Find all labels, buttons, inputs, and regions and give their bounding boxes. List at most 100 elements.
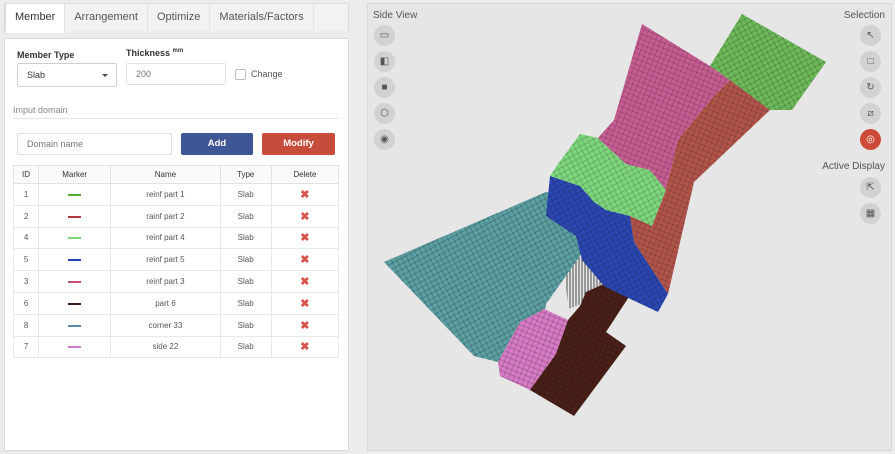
thickness-label: Thickness mm [126, 48, 183, 58]
select-pointer-button[interactable]: ↖ [860, 25, 881, 46]
row-delete: ✖ [270, 335, 340, 359]
active-display-label: Active Display [822, 161, 885, 172]
box-select-button[interactable]: □ [860, 51, 881, 72]
marker-swatch [68, 280, 82, 283]
eye-icon: ◉ [380, 134, 389, 145]
row-type: Slab [219, 226, 272, 250]
selection-label: Selection [843, 10, 885, 21]
target-button[interactable]: ◎ [860, 129, 881, 150]
row-type: Slab [219, 183, 272, 206]
member-type-select[interactable]: Slab [17, 63, 117, 87]
delete-icon[interactable]: ✖ [300, 320, 309, 332]
member-type-value: Slab [27, 70, 46, 80]
top-view-button[interactable]: ■ [374, 77, 395, 98]
export-icon: ⇱ [866, 182, 875, 193]
clear-selection-button[interactable]: ⧄ [860, 103, 881, 124]
change-checkbox[interactable] [235, 69, 246, 80]
table-row[interactable]: 2 rainf part 2 Slab ✖ [12, 204, 340, 228]
member-form: Member Type Slab Thickness mm Change Imp… [4, 38, 349, 451]
row-name: part 6 [110, 291, 221, 315]
square-icon: ■ [381, 82, 388, 93]
cursor-icon: ↖ [866, 30, 875, 41]
member-panel: Member Arrangement Optimize Materials/Fa… [4, 3, 349, 451]
table-row[interactable]: 3 reinf part 3 Slab ✖ [12, 270, 340, 293]
box-icon: □ [867, 56, 874, 67]
delete-icon[interactable]: ✖ [300, 254, 309, 266]
front-view-button[interactable]: ▭ [374, 25, 395, 46]
thickness-input[interactable] [126, 63, 226, 85]
delete-icon[interactable]: ✖ [300, 232, 309, 244]
side-view-button[interactable]: ◧ [374, 51, 395, 72]
marker-swatch [68, 346, 82, 349]
row-delete: ✖ [270, 270, 340, 293]
column-header-type: Type [219, 165, 272, 184]
row-name: reinf part 5 [110, 248, 221, 272]
marker-swatch [68, 259, 82, 262]
row-id: 8 [12, 313, 40, 337]
row-type: Slab [219, 204, 272, 228]
display-export-button[interactable]: ⇱ [860, 177, 881, 198]
row-name: rainf part 2 [110, 204, 221, 228]
row-name: reinf part 1 [110, 183, 221, 206]
tab-bar: Member Arrangement Optimize Materials/Fa… [4, 3, 349, 33]
row-id: 1 [12, 183, 40, 206]
table-row[interactable]: 5 reinf part 5 Slab ✖ [12, 248, 340, 272]
row-marker [38, 183, 112, 206]
grid-icon: ▦ [865, 208, 876, 219]
row-id: 6 [12, 291, 40, 315]
table-row[interactable]: 7 side 22 Slab ✖ [12, 335, 340, 359]
tab-member[interactable]: Member [5, 4, 66, 33]
tab-optimize[interactable]: Optimize [148, 4, 211, 31]
column-header-id: ID [12, 165, 40, 184]
table-row[interactable]: 8 corner 33 Slab ✖ [12, 313, 340, 337]
row-delete: ✖ [270, 313, 340, 337]
row-id: 4 [12, 226, 40, 250]
3d-viewport[interactable]: Side View Selection Active Display ▭ ◧ ■… [367, 3, 892, 451]
slab-mesh-view[interactable] [368, 4, 893, 452]
table-row[interactable]: 1 reinf part 1 Slab ✖ [12, 183, 340, 206]
row-marker [38, 248, 112, 272]
table-row[interactable]: 6 part 6 Slab ✖ [12, 291, 340, 315]
thickness-label-text: Thickness [126, 48, 171, 58]
row-delete: ✖ [270, 248, 340, 272]
row-name: reinf part 3 [110, 270, 221, 293]
table-row[interactable]: 4 reinf part 4 Slab ✖ [12, 226, 340, 250]
iso-view-button[interactable]: ⬡ [374, 103, 395, 124]
row-marker [38, 270, 112, 293]
row-marker [38, 335, 112, 359]
row-type: Slab [219, 335, 272, 359]
delete-icon[interactable]: ✖ [300, 276, 309, 288]
rotate-button[interactable]: ↻ [860, 77, 881, 98]
panel-icon: ◧ [379, 56, 390, 67]
tab-arrangement[interactable]: Arrangement [65, 4, 148, 31]
visibility-button[interactable]: ◉ [374, 129, 395, 150]
modify-button[interactable]: Modify [262, 133, 335, 155]
delete-icon[interactable]: ✖ [300, 189, 309, 201]
display-grid-button[interactable]: ▦ [860, 203, 881, 224]
divider [13, 118, 339, 119]
row-delete: ✖ [270, 291, 340, 315]
row-id: 7 [12, 335, 40, 359]
row-name: corner 33 [110, 313, 221, 337]
rotate-icon: ↻ [866, 82, 875, 93]
slash-box-icon: ⧄ [867, 108, 874, 119]
delete-icon[interactable]: ✖ [300, 341, 309, 353]
domain-table: ID Marker Name Type Delete 1 reinf part 1… [12, 165, 340, 359]
domain-name-input[interactable] [17, 133, 172, 155]
chevron-down-icon [102, 74, 108, 77]
row-type: Slab [219, 248, 272, 272]
row-name: reinf part 4 [110, 226, 221, 250]
thickness-unit: mm [172, 48, 184, 54]
marker-swatch [68, 302, 82, 305]
marker-swatch [68, 237, 82, 240]
member-type-label: Member Type [17, 50, 75, 60]
delete-icon[interactable]: ✖ [300, 298, 309, 310]
delete-icon[interactable]: ✖ [300, 211, 309, 223]
add-button[interactable]: Add [181, 133, 253, 155]
row-marker [38, 204, 112, 228]
row-marker [38, 226, 112, 250]
tab-materials-factors[interactable]: Materials/Factors [210, 4, 314, 31]
table-header-row: ID Marker Name Type Delete [12, 165, 340, 184]
window-icon: ▭ [379, 30, 390, 41]
row-id: 2 [12, 204, 40, 228]
